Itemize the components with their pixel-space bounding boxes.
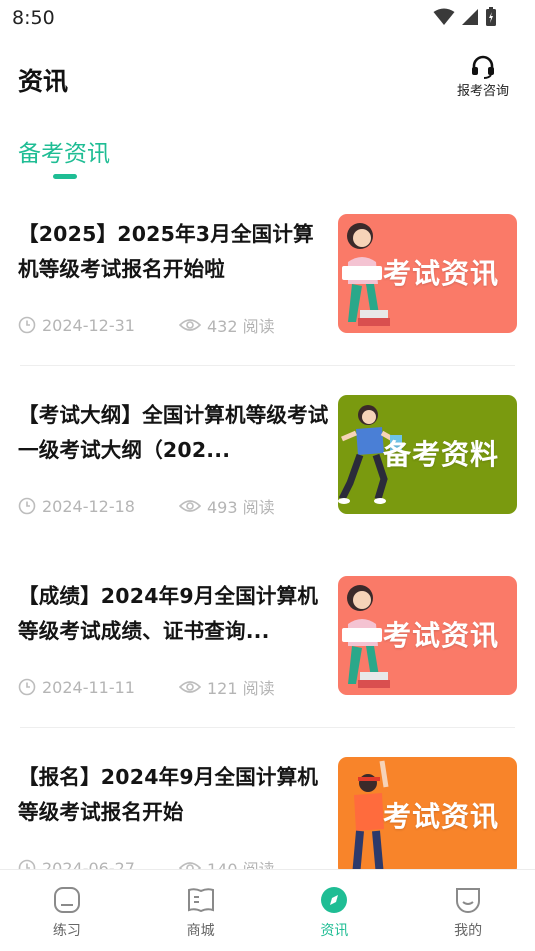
news-date: 2024-12-18 (42, 496, 135, 516)
news-thumbnail: 考试资讯 (338, 757, 517, 869)
compass-icon (321, 887, 348, 913)
status-time: 8:50 (12, 7, 55, 29)
news-item[interactable]: 【成绩】2024年9月全国计算机等级考试成绩、证书查询... 2024-11-1… (0, 547, 535, 728)
news-date: 2024-11-11 (42, 677, 135, 697)
bottom-tab-bar: 练习 商城 资讯 我的 (0, 869, 535, 951)
news-date: 2024-06-27 (42, 858, 135, 870)
consult-label: 报考咨询 (456, 84, 509, 99)
news-meta: 2024-12-18 493 阅读 (18, 494, 275, 518)
signal-icon (462, 9, 478, 25)
news-thumbnail: 备考资料 (338, 395, 517, 514)
thumb-label: 考试资讯 (382, 619, 499, 652)
tab-news[interactable]: 资讯 (268, 870, 402, 951)
consult-button[interactable]: 报考咨询 (453, 54, 513, 99)
tab-label: 资讯 (320, 923, 349, 939)
profile-icon (456, 888, 481, 913)
headset-icon (472, 55, 494, 79)
status-bar: 8:50 (0, 0, 535, 36)
book-icon (187, 888, 214, 913)
tab-store[interactable]: 商城 (134, 870, 268, 951)
thumb-label: 备考资料 (382, 438, 499, 471)
status-icons (433, 7, 497, 27)
news-views: 121 阅读 (206, 679, 275, 698)
tab-exam-news[interactable]: 备考资讯 (18, 134, 110, 168)
news-meta: 2024-11-11 121 阅读 (18, 675, 275, 699)
clock-icon (18, 678, 36, 696)
news-title: 【考试大纲】全国计算机等级考试一级考试大纲（202... (18, 403, 329, 462)
news-list[interactable]: 【2025】2025年3月全国计算机等级考试报名开始啦 2024-12-31 4… (0, 185, 535, 869)
practice-icon (53, 887, 80, 913)
news-thumbnail: 考试资讯 (338, 214, 517, 333)
news-views: 493 阅读 (206, 498, 275, 517)
news-title: 【成绩】2024年9月全国计算机等级考试成绩、证书查询... (18, 584, 319, 643)
battery-icon (486, 7, 496, 26)
thumb-label: 考试资讯 (382, 800, 499, 833)
tab-label: 我的 (454, 923, 483, 939)
eye-icon (178, 498, 201, 514)
news-meta: 2024-06-27 140 阅读 (18, 856, 275, 869)
news-item[interactable]: 【2025】2025年3月全国计算机等级考试报名开始啦 2024-12-31 4… (0, 185, 535, 366)
tab-practice[interactable]: 练习 (0, 870, 134, 951)
eye-icon (178, 679, 201, 695)
page-title: 资讯 (18, 67, 69, 96)
eye-icon (178, 317, 201, 333)
app-header: 资讯 报考咨询 (0, 44, 535, 114)
clock-icon (18, 859, 36, 869)
tab-profile[interactable]: 我的 (401, 870, 535, 951)
tab-label: 商城 (186, 923, 215, 939)
news-views: 432 阅读 (206, 317, 275, 336)
news-title: 【报名】2024年9月全国计算机等级考试报名开始 (18, 765, 319, 824)
news-thumbnail: 考试资讯 (338, 576, 517, 695)
tab-label: 练习 (52, 923, 81, 939)
eye-icon (178, 860, 201, 869)
news-item[interactable]: 【报名】2024年9月全国计算机等级考试报名开始 2024-06-27 140 … (0, 728, 535, 869)
news-meta: 2024-12-31 432 阅读 (18, 313, 275, 337)
thumb-label: 考试资讯 (382, 257, 499, 290)
clock-icon (18, 497, 36, 515)
news-date: 2024-12-31 (42, 315, 135, 335)
news-item[interactable]: 【考试大纲】全国计算机等级考试一级考试大纲（202... 2024-12-18 … (0, 366, 535, 547)
tab-indicator (53, 174, 77, 179)
news-views: 140 阅读 (207, 856, 275, 869)
clock-icon (18, 316, 36, 334)
wifi-icon (433, 8, 455, 25)
news-title: 【2025】2025年3月全国计算机等级考试报名开始啦 (18, 222, 314, 281)
